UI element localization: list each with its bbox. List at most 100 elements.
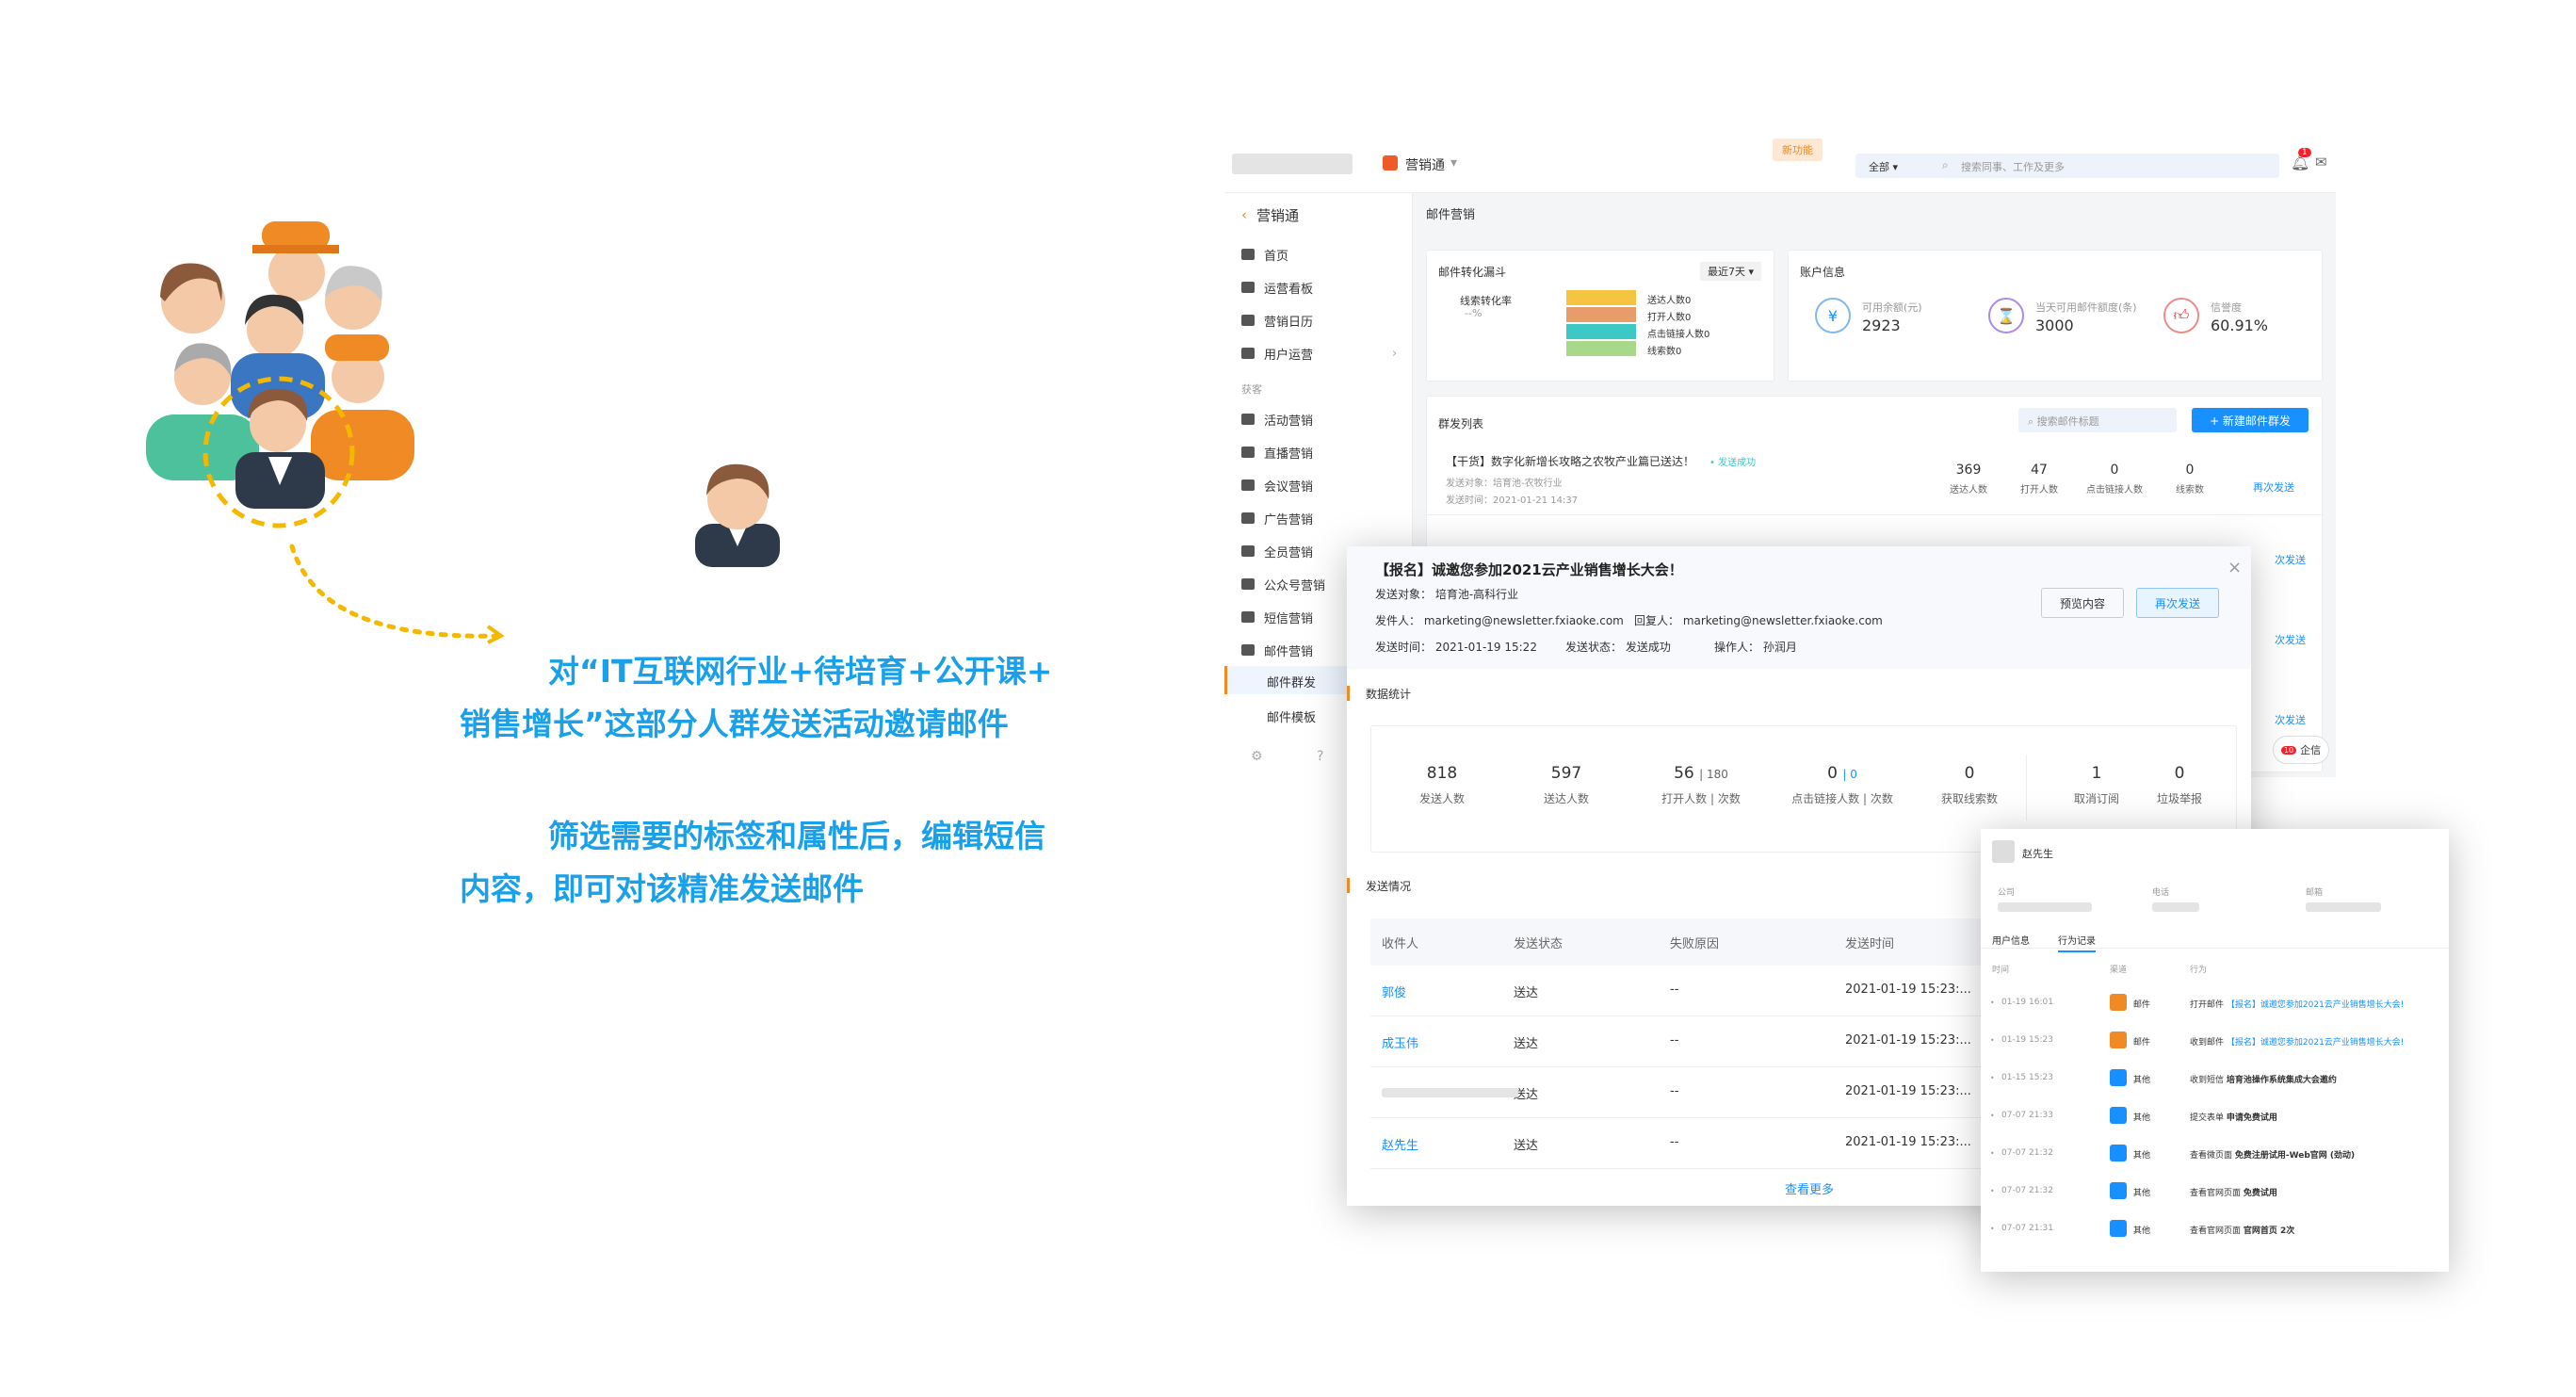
app-switcher[interactable]: 营销通 ▾ [1405,155,1457,174]
sidebar-item-home[interactable]: 首页 [1241,242,1288,267]
funnel-legend-label: 线索数0 [1647,347,1682,357]
row-action-type: 查看官网页面 [2190,1189,2242,1198]
channel-icon [2110,1069,2127,1086]
rate-value: --% [1465,307,1482,319]
sidebar-item-staff[interactable]: 全员营销 [1241,539,1313,563]
sidebar-item-activity[interactable]: 活动营销 [1241,407,1313,431]
staff-icon [1241,545,1255,557]
sidebar-item-user-ops[interactable]: 用户运营 › [1241,341,1397,365]
preview-button[interactable]: 预览内容 [2041,588,2124,618]
send-title: 发送情况 [1366,880,1412,893]
row-dot: • [1990,1225,1995,1233]
sidebar-item-sms[interactable]: 短信营销 [1241,605,1313,629]
detail-target: 发送对象： 培育池-高科行业 [1375,588,1519,601]
page-title: 邮件营销 [1426,208,1476,222]
sidebar-item-calendar[interactable]: 营销日历 [1241,308,1313,333]
tab-user-info[interactable]: 用户信息 [1992,933,2030,947]
behavior-row: • 07-07 21:33 其他 提交表单 申请免费试用 [1981,1097,2449,1135]
scope-dropdown[interactable]: 全部 ▾ [1869,159,1898,174]
balance-icon: ¥ [1815,298,1851,333]
cell-reason: -- [1670,1033,1679,1048]
list-title: 群发列表 [1438,417,1484,430]
quota-label: 当天可用邮件额度(条) [2035,301,2137,314]
row-channel: 其他 [2133,1113,2151,1123]
detail-send-status: 发送状态： 发送成功 [1565,641,1671,654]
page: 对“IT互联网行业+待培育+公开课+ 销售增长”这部分人群发送活动邀请邮件 筛选… [0,0,2576,1397]
cell-name[interactable]: 郭俊 [1382,983,1406,1000]
detail-resend-button[interactable]: 再次发送 [2136,588,2219,618]
range-dropdown[interactable]: 最近7天 ▾ [1700,262,1762,281]
row-time: 07-07 21:31 [2001,1224,2053,1233]
new-email-button[interactable]: + 新建邮件群发 [2192,408,2309,432]
company-logo [1232,154,1353,174]
cell-name[interactable]: 成玉伟 [1382,1033,1418,1051]
search-input[interactable]: 搜索同事、工作及更多 [1961,159,2065,174]
resend-link[interactable]: 再次发送 [2253,479,2294,495]
row-action-type: 查看官网页面 [2190,1226,2242,1236]
profile-tabs: 用户信息 行为记录 [1981,926,2449,952]
row-action: 提交表单 申请免费试用 [2190,1111,2277,1123]
user-icon [1241,348,1255,359]
chat-button[interactable]: 10 企信 [2273,736,2329,764]
sidebar-item-live[interactable]: 直播营销 [1241,440,1313,464]
dashboard-icon [1241,282,1255,293]
stat-leads: 0 获取线索数 [1940,764,1998,805]
sidebar-item-meeting[interactable]: 会议营销 [1241,473,1313,497]
help-icon[interactable]: ? [1317,749,1323,764]
sidebar-item-email[interactable]: 邮件营销 [1241,638,1313,662]
quota-value: 3000 [2035,317,2074,334]
dotted-arrow [289,544,505,644]
detail-operator: 操作人： 孙润月 [1714,641,1797,654]
cell-time: 2021-01-19 15:23:... [1845,983,1971,997]
row-action: 打开邮件 【报名】诚邀您参加2021云产业销售增长大会! [2190,998,2404,1010]
row-action-detail: 申请免费试用 [2226,1113,2277,1123]
cell-reason: -- [1670,1084,1679,1098]
detail-title: 【报名】诚邀您参加2021云产业销售增长大会！ [1375,561,1683,578]
channel-icon [2110,1107,2127,1124]
cell-time: 2021-01-19 15:23:... [1845,1033,1971,1048]
field-email: 邮箱 [2306,888,2324,898]
sidebar-item-wechat[interactable]: 公众号营销 [1241,572,1325,596]
sidebar-back[interactable]: ‹ 营销通 [1241,203,1299,227]
sidebar-subitem-email-send[interactable]: 邮件群发 [1267,669,1316,693]
funnel-chart: 送达人数0 打开人数0 点击链接人数0 线索数0 [1566,290,1755,365]
row-action-type: 收到邮件 [2190,1038,2225,1048]
tab-behavior[interactable]: 行为记录 [2058,933,2096,952]
new-feature-badge[interactable]: 新功能 [1773,138,1823,161]
row-action-type: 打开邮件 [2190,1000,2225,1010]
settings-icon[interactable]: ⚙ [1251,749,1263,764]
resend-link-3[interactable]: 次发送 [2275,632,2306,647]
row-dot: • [1990,1149,1995,1158]
caption-line-3: 筛选需要的标签和属性后，编辑短信 [548,818,1045,854]
row-time: 07-07 21:32 [2001,1148,2053,1158]
resend-link-2[interactable]: 次发送 [2275,552,2306,567]
chevron-right-icon: › [1392,346,1398,361]
sidebar-subitem-email-template[interactable]: 邮件模板 [1267,704,1316,728]
wechat-icon [1241,578,1255,590]
stats-title: 数据统计 [1366,688,1412,701]
account-card: 账户信息 ¥ 可用余额(元) 2923 ⌛ 当天可用邮件额度(条) 3000 👍… [1788,250,2323,382]
sidebar-item-dashboard[interactable]: 运营看板 [1241,275,1313,300]
cell-name[interactable]: 赵先生 [1382,1135,1418,1153]
mail-icon[interactable]: ✉ [2315,154,2327,171]
stat-delivered: 597 送达人数 [1543,764,1589,805]
detail-reply: 回复人： marketing@newsletter.fxiaoke.com [1634,614,1883,627]
target-person-icon [695,463,780,567]
stat-spam[interactable]: 0 垃圾举报 [2132,764,2227,806]
resend-link-4[interactable]: 次发送 [2275,712,2306,727]
close-icon[interactable]: × [2228,558,2242,577]
behavior-row: • 07-07 21:31 其他 查看官网页面 官网首页 2次 [1981,1210,2449,1248]
list-stat-delivered: 369 送达人数 [1950,463,1987,495]
row-action-detail[interactable]: 【报名】诚邀您参加2021云产业销售增长大会! [2227,1038,2405,1048]
profile-col-time: 时间 [1992,966,2010,975]
list-item-title[interactable]: 【干货】数字化新增长攻略之农牧产业篇已送达！ [1446,453,1694,469]
see-more-link[interactable]: 查看更多 [1785,1179,1834,1197]
list-search-input[interactable]: ⌕ 搜索邮件标题 [2018,408,2177,432]
cell-time: 2021-01-19 15:23:... [1845,1084,1971,1098]
row-action-detail[interactable]: 【报名】诚邀您参加2021云产业销售增长大会! [2227,1000,2405,1010]
row-action: 查看官网页面 官网首页 2次 [2190,1224,2294,1236]
row-time: 07-07 21:32 [2001,1186,2053,1195]
sidebar-item-ads[interactable]: 广告营销 [1241,506,1313,530]
caption-line-4: 内容，即可对该精准发送邮件 [460,870,864,907]
row-dot: • [1990,999,1995,1007]
